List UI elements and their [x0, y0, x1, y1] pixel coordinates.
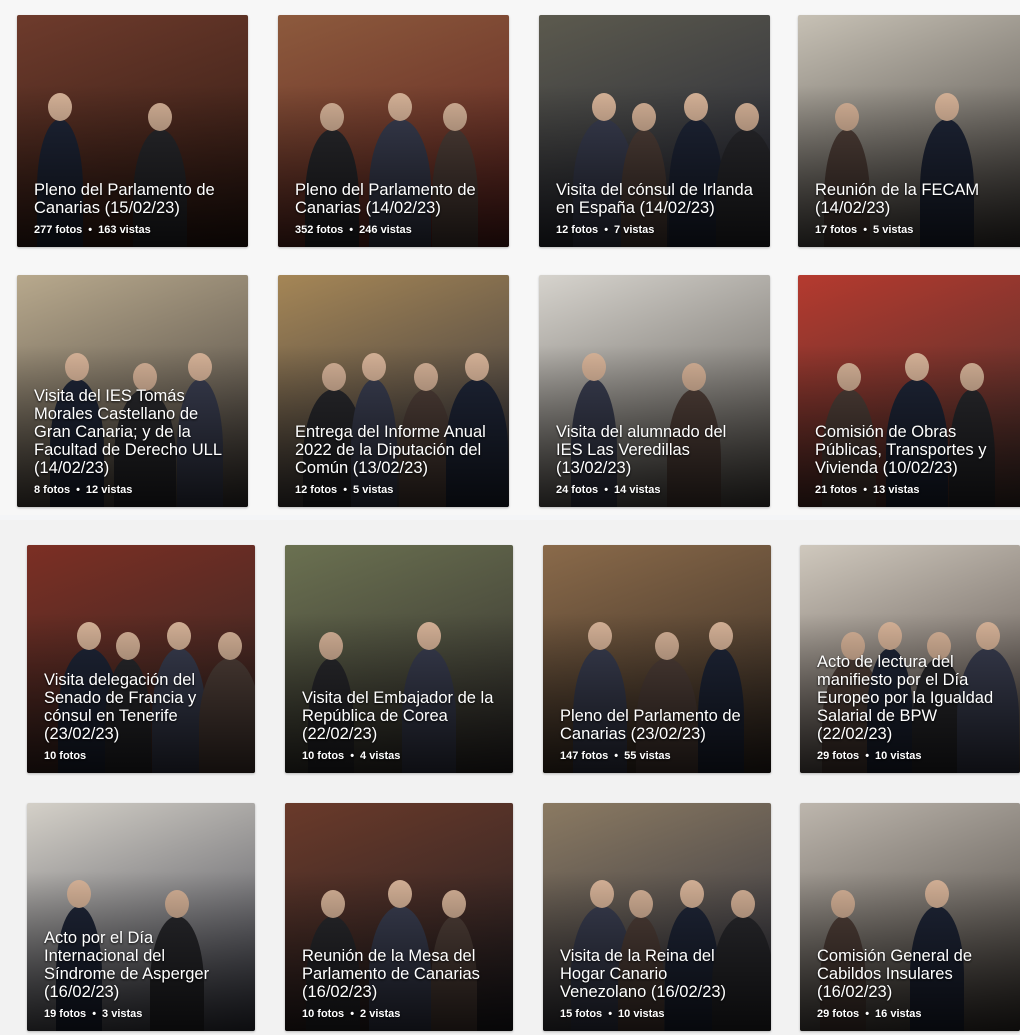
album-title[interactable]: Visita del IES Tomás Morales Castellano …: [34, 387, 234, 477]
album-stats: 15 fotos • 10 vistas: [560, 1008, 665, 1020]
photo-count: 352 fotos: [295, 224, 344, 236]
album-card[interactable]: Visita del cónsul de Irlanda en España (…: [539, 15, 770, 247]
album-stats: 10 fotos • 2 vistas: [302, 1008, 400, 1020]
album-title[interactable]: Visita delegación del Senado de Francia …: [44, 671, 241, 743]
album-title[interactable]: Visita del alumnado del IES Las Veredill…: [556, 423, 756, 477]
view-count: 12 vistas: [85, 484, 133, 496]
album-title[interactable]: Visita del cónsul de Irlanda en España (…: [556, 181, 756, 217]
view-count: 5 vistas: [353, 484, 394, 496]
album-title[interactable]: Pleno del Parlamento de Canarias (23/02/…: [560, 707, 757, 743]
caption-gradient: [539, 84, 770, 247]
album-title[interactable]: Visita de la Reina del Hogar Canario Ven…: [560, 947, 757, 1001]
photo-count: 19 fotos: [44, 1008, 87, 1020]
stats-separator: •: [349, 224, 354, 236]
album-card[interactable]: Visita de la Reina del Hogar Canario Ven…: [543, 803, 771, 1031]
photo-count: 21 fotos: [815, 484, 858, 496]
album-title[interactable]: Comisión de Obras Públicas, Transportes …: [815, 423, 1015, 477]
stats-separator: •: [76, 484, 80, 496]
stats-separator: •: [343, 484, 348, 496]
album-title[interactable]: Visita del Embajador de la República de …: [302, 689, 499, 743]
album-gallery: Pleno del Parlamento de Canarias (15/02/…: [0, 0, 1020, 1035]
album-card[interactable]: Comisión General de Cabildos Insulares (…: [800, 803, 1020, 1031]
view-count: 14 vistas: [614, 484, 661, 496]
photo-count: 8 fotos: [34, 484, 71, 496]
album-title[interactable]: Reunión de la FECAM (14/02/23): [815, 181, 1015, 217]
album-title[interactable]: Reunión de la Mesa del Parlamento de Can…: [302, 947, 499, 1001]
stats-separator: •: [865, 1008, 870, 1020]
photo-count: 147 fotos: [560, 750, 609, 762]
photo-count: 277 fotos: [34, 224, 83, 236]
album-title[interactable]: Pleno del Parlamento de Canarias (15/02/…: [34, 181, 234, 217]
album-card[interactable]: Pleno del Parlamento de Canarias (23/02/…: [543, 545, 771, 773]
album-stats: 17 fotos • 5 vistas: [815, 224, 913, 236]
view-count: 3 vistas: [102, 1008, 143, 1020]
album-stats: 8 fotos • 12 vistas: [34, 484, 132, 496]
album-stats: 29 fotos • 10 vistas: [817, 750, 922, 762]
album-stats: 12 fotos • 5 vistas: [295, 484, 393, 496]
stats-separator: •: [92, 1008, 97, 1020]
album-card[interactable]: Pleno del Parlamento de Canarias (15/02/…: [17, 15, 248, 247]
view-count: 16 vistas: [875, 1008, 922, 1020]
view-count: 7 vistas: [614, 224, 655, 236]
album-card[interactable]: Visita delegación del Senado de Francia …: [27, 545, 255, 773]
photo-count: 29 fotos: [817, 1008, 860, 1020]
album-stats: 147 fotos • 55 vistas: [560, 750, 671, 762]
album-stats: 21 fotos • 13 vistas: [815, 484, 920, 496]
album-card[interactable]: Acto por el Día Internacional del Síndro…: [27, 803, 255, 1031]
stats-separator: •: [350, 750, 355, 762]
album-stats: 352 fotos • 246 vistas: [295, 224, 412, 236]
caption-gradient: [798, 84, 1020, 247]
stats-separator: •: [614, 750, 619, 762]
album-card[interactable]: Reunión de la Mesa del Parlamento de Can…: [285, 803, 513, 1031]
album-stats: 29 fotos • 16 vistas: [817, 1008, 922, 1020]
view-count: 55 vistas: [624, 750, 671, 762]
stats-separator: •: [865, 750, 870, 762]
album-title[interactable]: Acto por el Día Internacional del Síndro…: [44, 929, 241, 1001]
stats-separator: •: [88, 224, 93, 236]
photo-count: 10 fotos: [44, 750, 87, 762]
album-card[interactable]: Entrega del Informe Anual 2022 de la Dip…: [278, 275, 509, 507]
album-stats: 277 fotos • 163 vistas: [34, 224, 151, 236]
album-title[interactable]: Pleno del Parlamento de Canarias (14/02/…: [295, 181, 495, 217]
view-count: 2 vistas: [360, 1008, 401, 1020]
album-stats: 10 fotos • 4 vistas: [302, 750, 400, 762]
view-count: 163 vistas: [98, 224, 151, 236]
album-stats: 24 fotos • 14 vistas: [556, 484, 661, 496]
stats-separator: •: [604, 224, 609, 236]
view-count: 4 vistas: [360, 750, 401, 762]
stats-separator: •: [863, 484, 868, 496]
album-title[interactable]: Acto de lectura del manifiesto por el Dí…: [817, 653, 1006, 743]
photo-count: 17 fotos: [815, 224, 858, 236]
album-card[interactable]: Visita del IES Tomás Morales Castellano …: [17, 275, 248, 507]
photo-count: 12 fotos: [295, 484, 338, 496]
stats-separator: •: [863, 224, 868, 236]
photo-count: 29 fotos: [817, 750, 860, 762]
album-card[interactable]: Visita del Embajador de la República de …: [285, 545, 513, 773]
photo-count: 10 fotos: [302, 750, 345, 762]
album-card[interactable]: Acto de lectura del manifiesto por el Dí…: [800, 545, 1020, 773]
view-count: 10 vistas: [618, 1008, 665, 1020]
album-card[interactable]: Visita del alumnado del IES Las Veredill…: [539, 275, 770, 507]
album-stats: 19 fotos • 3 vistas: [44, 1008, 142, 1020]
caption-gradient: [17, 84, 248, 247]
album-title[interactable]: Entrega del Informe Anual 2022 de la Dip…: [295, 423, 495, 477]
album-title[interactable]: Comisión General de Cabildos Insulares (…: [817, 947, 1006, 1001]
photo-count: 12 fotos: [556, 224, 599, 236]
stats-separator: •: [350, 1008, 355, 1020]
album-stats: 10 fotos: [44, 750, 86, 762]
photo-count: 15 fotos: [560, 1008, 603, 1020]
view-count: 10 vistas: [875, 750, 922, 762]
view-count: 246 vistas: [359, 224, 412, 236]
stats-separator: •: [608, 1008, 613, 1020]
album-card[interactable]: Reunión de la FECAM (14/02/23) 17 fotos • 5…: [798, 15, 1020, 247]
stats-separator: •: [604, 484, 609, 496]
album-card[interactable]: Comisión de Obras Públicas, Transportes …: [798, 275, 1020, 507]
album-card[interactable]: Pleno del Parlamento de Canarias (14/02/…: [278, 15, 509, 247]
photo-count: 24 fotos: [556, 484, 599, 496]
album-stats: 12 fotos • 7 vistas: [556, 224, 654, 236]
view-count: 5 vistas: [873, 224, 914, 236]
caption-gradient: [278, 84, 509, 247]
photo-count: 10 fotos: [302, 1008, 345, 1020]
view-count: 13 vistas: [873, 484, 920, 496]
